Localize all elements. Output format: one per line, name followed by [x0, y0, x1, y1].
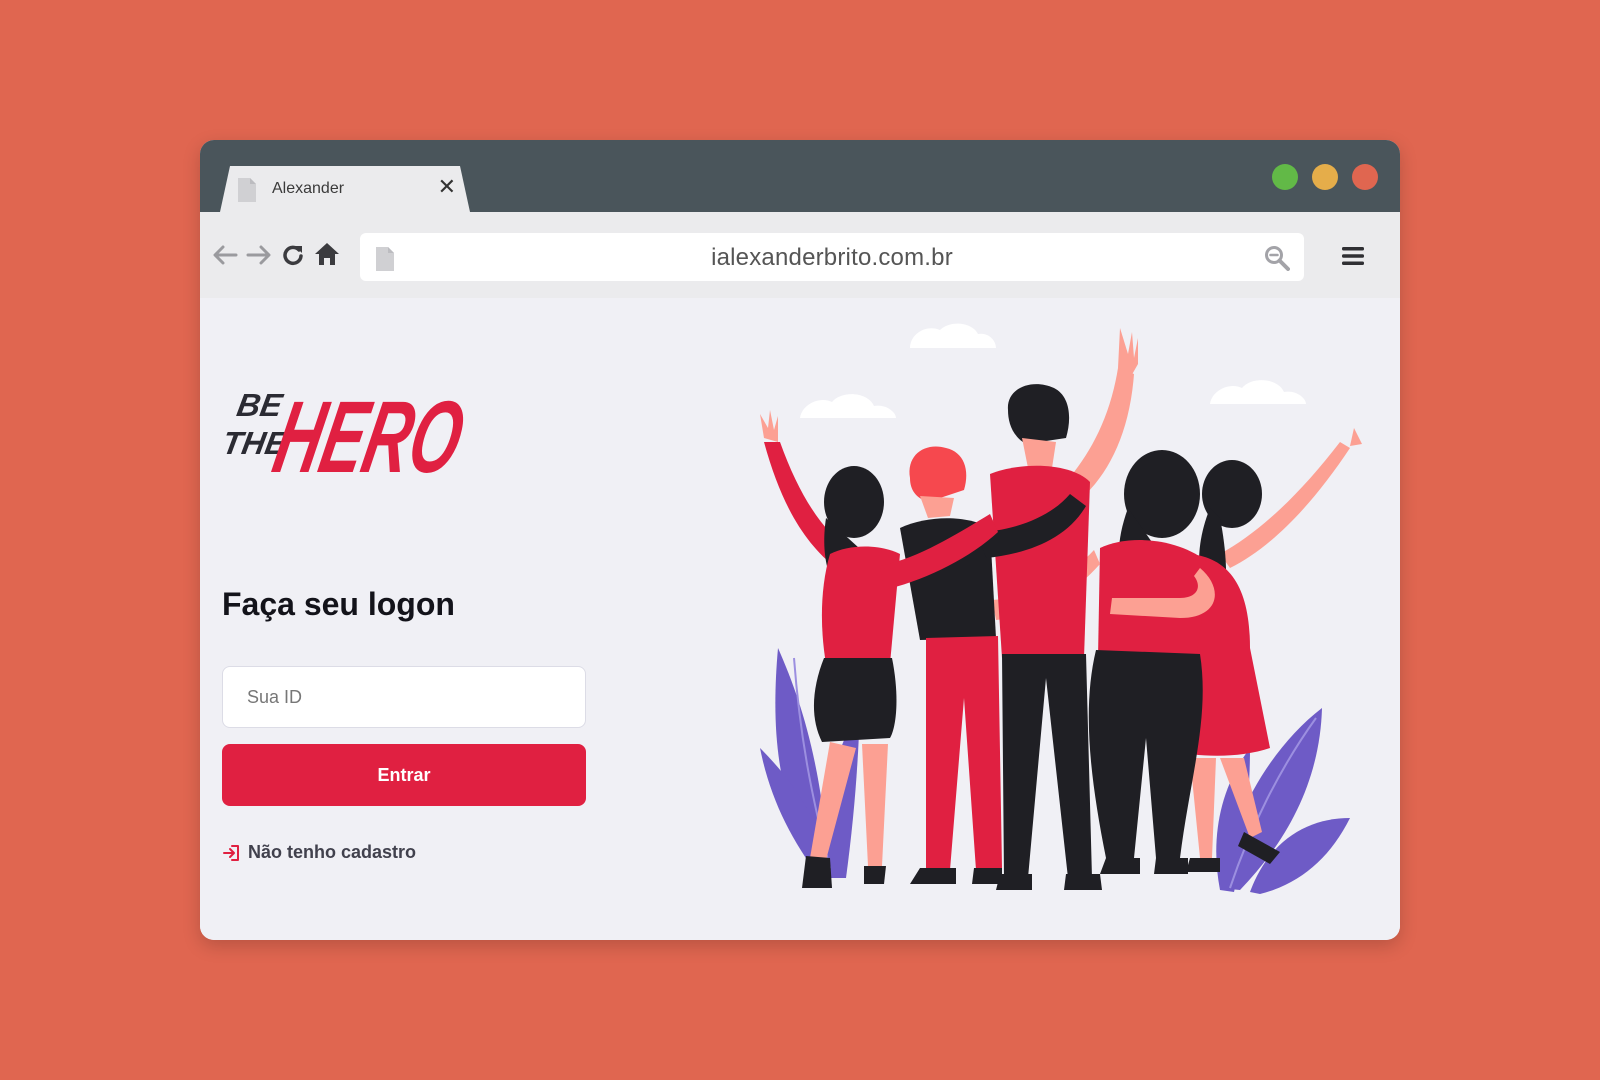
home-icon[interactable]	[314, 242, 340, 266]
login-arrow-icon	[223, 844, 239, 861]
search-icon[interactable]	[1264, 245, 1290, 271]
register-link-label: Não tenho cadastro	[248, 842, 417, 862]
address-bar[interactable]: ialexanderbrito.com.br	[360, 233, 1304, 281]
heroes-illustration	[760, 323, 1362, 894]
browser-titlebar: Alexander ✕	[200, 140, 1400, 212]
id-input[interactable]	[222, 666, 586, 728]
page-title: Faça seu logon	[222, 586, 455, 622]
file-icon	[238, 178, 256, 202]
hamburger-menu-icon[interactable]	[1342, 246, 1364, 266]
back-arrow-icon[interactable]	[212, 244, 238, 266]
close-icon[interactable]: ✕	[438, 176, 456, 200]
page-content: BE THE HERO Faça seu logon Entrar Não te…	[200, 298, 1400, 940]
browser-tab[interactable]: Alexander ✕	[220, 166, 470, 212]
tab-title: Alexander	[272, 180, 345, 197]
submit-button[interactable]: Entrar	[222, 744, 586, 806]
svg-text:HERO: HERO	[265, 380, 473, 480]
window-close-button[interactable]	[1352, 164, 1378, 190]
url-text[interactable]: ialexanderbrito.com.br	[360, 244, 1304, 272]
browser-window: Alexander ✕ ialexanderbrito.com.br BE TH…	[200, 140, 1400, 940]
window-minimize-button[interactable]	[1312, 164, 1338, 190]
forward-arrow-icon[interactable]	[246, 244, 272, 266]
register-link[interactable]: Não tenho cadastro	[222, 842, 416, 863]
browser-toolbar: ialexanderbrito.com.br	[200, 212, 1400, 298]
reload-icon[interactable]	[282, 244, 304, 266]
window-maximize-button[interactable]	[1272, 164, 1298, 190]
svg-text:BE: BE	[234, 387, 286, 423]
be-the-hero-logo: BE THE HERO	[222, 380, 473, 480]
